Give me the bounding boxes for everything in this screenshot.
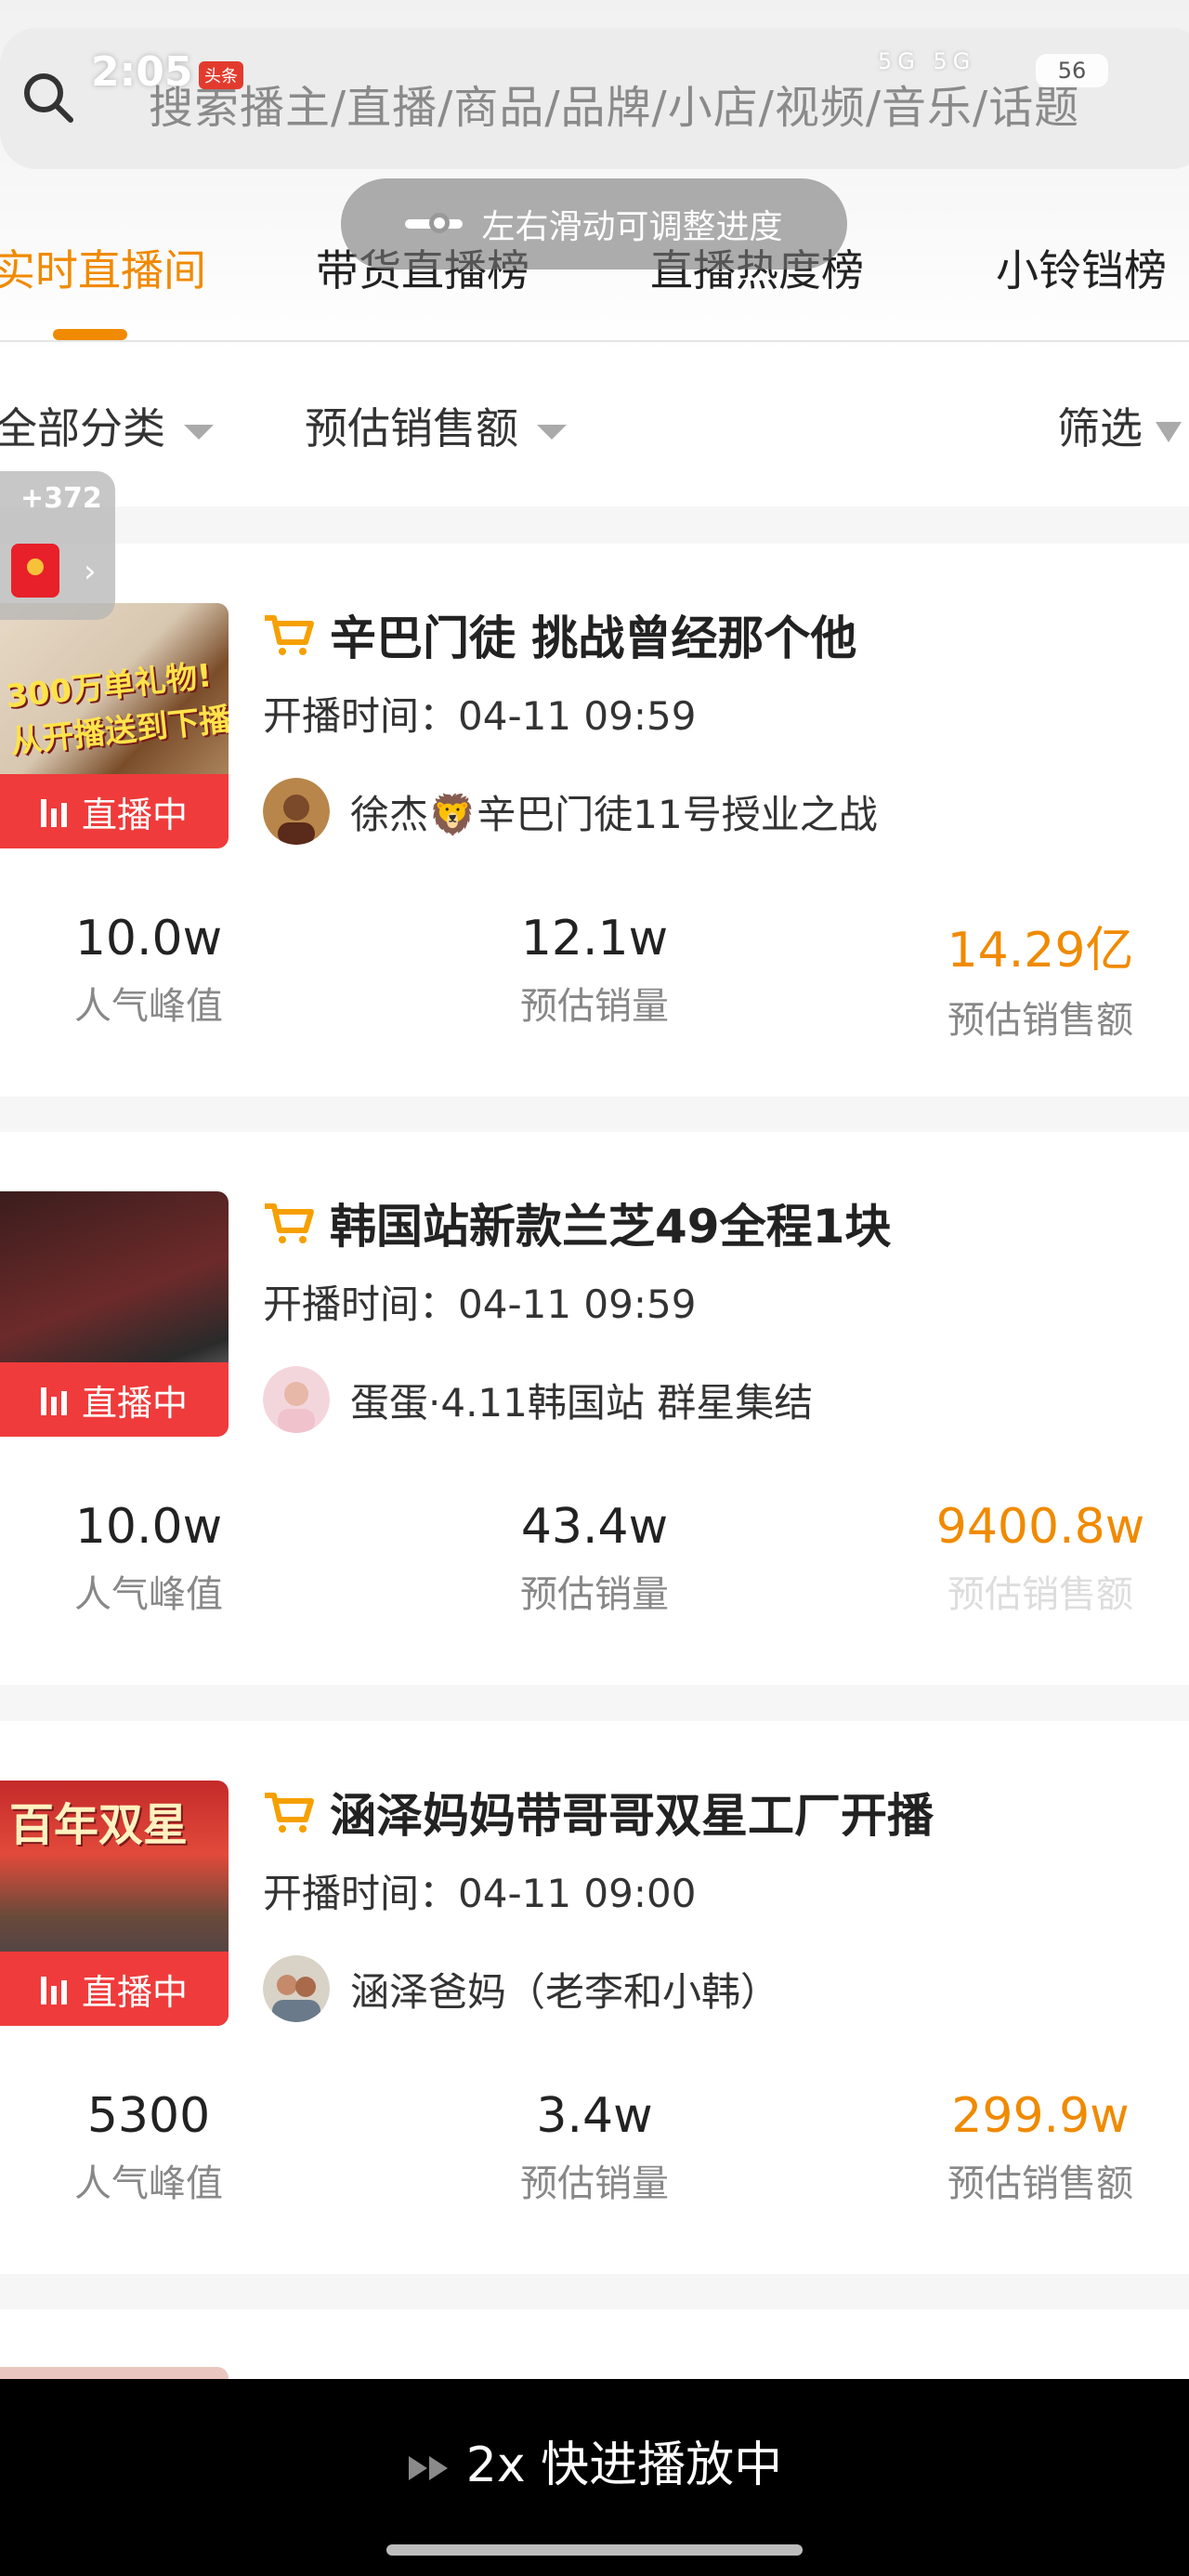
sales-value: 299.9w (951, 2088, 1130, 2144)
live-badge-label: 直播中 (81, 1971, 188, 2013)
card-title-row: 辛巴门徒 挑战曾经那个他 (263, 601, 856, 668)
sales-stat: 299.9w 预估销售额 (892, 2088, 1189, 2207)
category-label: 全部分类 (0, 403, 165, 453)
sales-label: 预估销售额 (947, 1573, 1133, 1616)
host-row[interactable]: 徐杰🦁辛巴门徒11号授业之战 (263, 778, 878, 845)
card-title: 辛巴门徒 挑战曾经那个他 (330, 611, 857, 665)
card-title-row: 涵泽妈妈带哥哥双星工厂开播 (263, 1779, 934, 1846)
host-name: 涵泽爸妈（老李和小韩） (350, 1968, 780, 2015)
live-thumbnail[interactable]: 直播中 (0, 1191, 229, 1437)
peak-label: 人气峰值 (74, 1573, 223, 1616)
volume-stat: 12.1w 预估销量 (446, 911, 743, 1030)
peak-value: 10.0w (74, 1499, 223, 1555)
cart-icon (265, 1793, 314, 1833)
peak-value: 5300 (86, 2088, 211, 2144)
peak-stat: 10.0w 人气峰值 (0, 1499, 297, 1618)
host-row[interactable]: 蛋蛋·4.11韩国站 群星集结 (263, 1366, 813, 1433)
live-badge-label: 直播中 (81, 794, 188, 835)
battery-icon: 56 (1036, 54, 1108, 87)
red-envelope-icon (11, 544, 59, 598)
volume-value: 43.4w (520, 1499, 669, 1555)
avatar (263, 1955, 330, 2022)
sales-label: 预估销售额 (947, 999, 1133, 1042)
cart-icon (265, 1203, 314, 1243)
signal-icon: 5G 5G (878, 48, 976, 74)
funnel-icon (1156, 421, 1182, 442)
category-dropdown[interactable]: 全部分类 (0, 395, 214, 456)
tab-bell-rank[interactable]: 小铃铛榜 (996, 237, 1167, 298)
live-badge-label: 直播中 (81, 1382, 188, 1424)
toast-text: 左右滑动可调整进度 (481, 208, 783, 246)
stats-row: 10.0w 人气峰值 12.1w 预估销量 14.29亿 预估销售额 (0, 911, 1189, 1044)
avatar (263, 1366, 330, 1433)
sales-value: 14.29亿 (947, 923, 1134, 979)
fast-forward-icon (408, 2456, 448, 2480)
chevron-right-icon: › (84, 553, 97, 590)
status-app-badge: 头条 (199, 61, 243, 89)
volume-value: 3.4w (536, 2088, 653, 2144)
live-bars-icon (40, 1973, 67, 2004)
live-thumbnail[interactable]: 300万单礼物! 从开播送到下播! 直播中 (0, 603, 229, 848)
filter-row: 全部分类 预估销售额 筛选 (0, 395, 1189, 460)
live-room-card[interactable]: 百年双星 直播中 涵泽妈妈带哥哥双星工厂开播 开播时间：04-11 09:00 … (0, 1721, 1189, 2274)
peak-value: 10.0w (74, 911, 223, 966)
sort-label: 预估销售额 (305, 403, 518, 453)
volume-stat: 3.4w 预估销量 (446, 2088, 743, 2207)
volume-value: 12.1w (520, 911, 669, 966)
card-title-row: 韩国站新款兰芝49全程1块 (263, 1189, 891, 1256)
chevron-down-icon (537, 424, 567, 440)
search-icon[interactable] (20, 70, 76, 125)
sort-dropdown[interactable]: 预估销售额 (305, 395, 567, 456)
live-badge: 直播中 (0, 774, 229, 848)
live-thumbnail[interactable]: 百年双星 直播中 (0, 1781, 229, 2026)
tabs-divider (0, 340, 1189, 342)
volume-label: 预估销量 (520, 985, 669, 1028)
peak-stat: 10.0w 人气峰值 (0, 911, 297, 1030)
peak-label: 人气峰值 (74, 2162, 223, 2205)
peak-label: 人气峰值 (74, 985, 223, 1028)
filter-label: 筛选 (1057, 403, 1143, 453)
progress-toast: 左右滑动可调整进度 (341, 178, 847, 269)
card-title: 涵泽妈妈带哥哥双星工厂开播 (330, 1789, 934, 1843)
search-input[interactable]: 搜索播主/直播/商品/品牌/小店/视频/音乐/话题 (149, 71, 1079, 136)
peak-stat: 5300 人气峰值 (0, 2088, 297, 2207)
thumbnail-caption: 百年双星 (9, 1799, 189, 1851)
live-badge: 直播中 (0, 1952, 229, 2026)
volume-stat: 43.4w 预估销量 (446, 1499, 743, 1618)
host-name: 蛋蛋·4.11韩国站 群星集结 (350, 1379, 814, 1426)
red-packet-count: +372 (20, 482, 102, 515)
volume-label: 预估销量 (520, 1573, 669, 1616)
card-title: 韩国站新款兰芝49全程1块 (330, 1200, 892, 1254)
red-packet-widget[interactable]: +372 › (0, 471, 115, 620)
slider-icon (405, 213, 464, 233)
playback-status: 2x 快进播放中 (0, 2425, 1189, 2495)
cart-icon (265, 615, 314, 655)
start-time: 开播时间：04-11 09:59 (263, 693, 697, 739)
sales-label: 预估销售额 (947, 2162, 1133, 2205)
sales-value: 9400.8w (935, 1499, 1145, 1555)
live-room-card[interactable]: 直播中 韩国站新款兰芝49全程1块 开播时间：04-11 09:59 蛋蛋·4.… (0, 1132, 1189, 1685)
host-row[interactable]: 涵泽爸妈（老李和小韩） (263, 1955, 779, 2022)
home-indicator[interactable] (386, 2544, 803, 2556)
live-room-card[interactable]: 300万单礼物! 从开播送到下播! 直播中 辛巴门徒 挑战曾经那个他 开播时间：… (0, 544, 1189, 1097)
volume-label: 预估销量 (520, 2162, 669, 2205)
live-badge: 直播中 (0, 1362, 229, 1437)
stats-row: 10.0w 人气峰值 43.4w 预估销量 9400.8w 预估销售额 (0, 1499, 1189, 1629)
start-time: 开播时间：04-11 09:00 (263, 1871, 697, 1916)
start-time: 开播时间：04-11 09:59 (263, 1281, 697, 1327)
sales-stat: 14.29亿 预估销售额 (892, 911, 1189, 1044)
live-bars-icon (40, 795, 67, 827)
live-bars-icon (40, 1384, 67, 1415)
host-name: 徐杰🦁辛巴门徒11号授业之战 (350, 791, 878, 837)
filter-button[interactable]: 筛选 (1057, 395, 1182, 456)
playback-label: 2x 快进播放中 (465, 2438, 783, 2493)
avatar (263, 778, 330, 845)
status-time: 2:05 (91, 48, 193, 96)
chevron-down-icon (184, 424, 214, 440)
sales-stat: 9400.8w 预估销售额 (892, 1499, 1189, 1618)
playback-bar[interactable]: 2x 快进播放中 (0, 2379, 1189, 2576)
stats-row: 5300 人气峰值 3.4w 预估销量 299.9w 预估销售额 (0, 2088, 1189, 2218)
tab-realtime-live[interactable]: 实时直播间 (0, 237, 206, 298)
active-tab-indicator (53, 329, 127, 340)
